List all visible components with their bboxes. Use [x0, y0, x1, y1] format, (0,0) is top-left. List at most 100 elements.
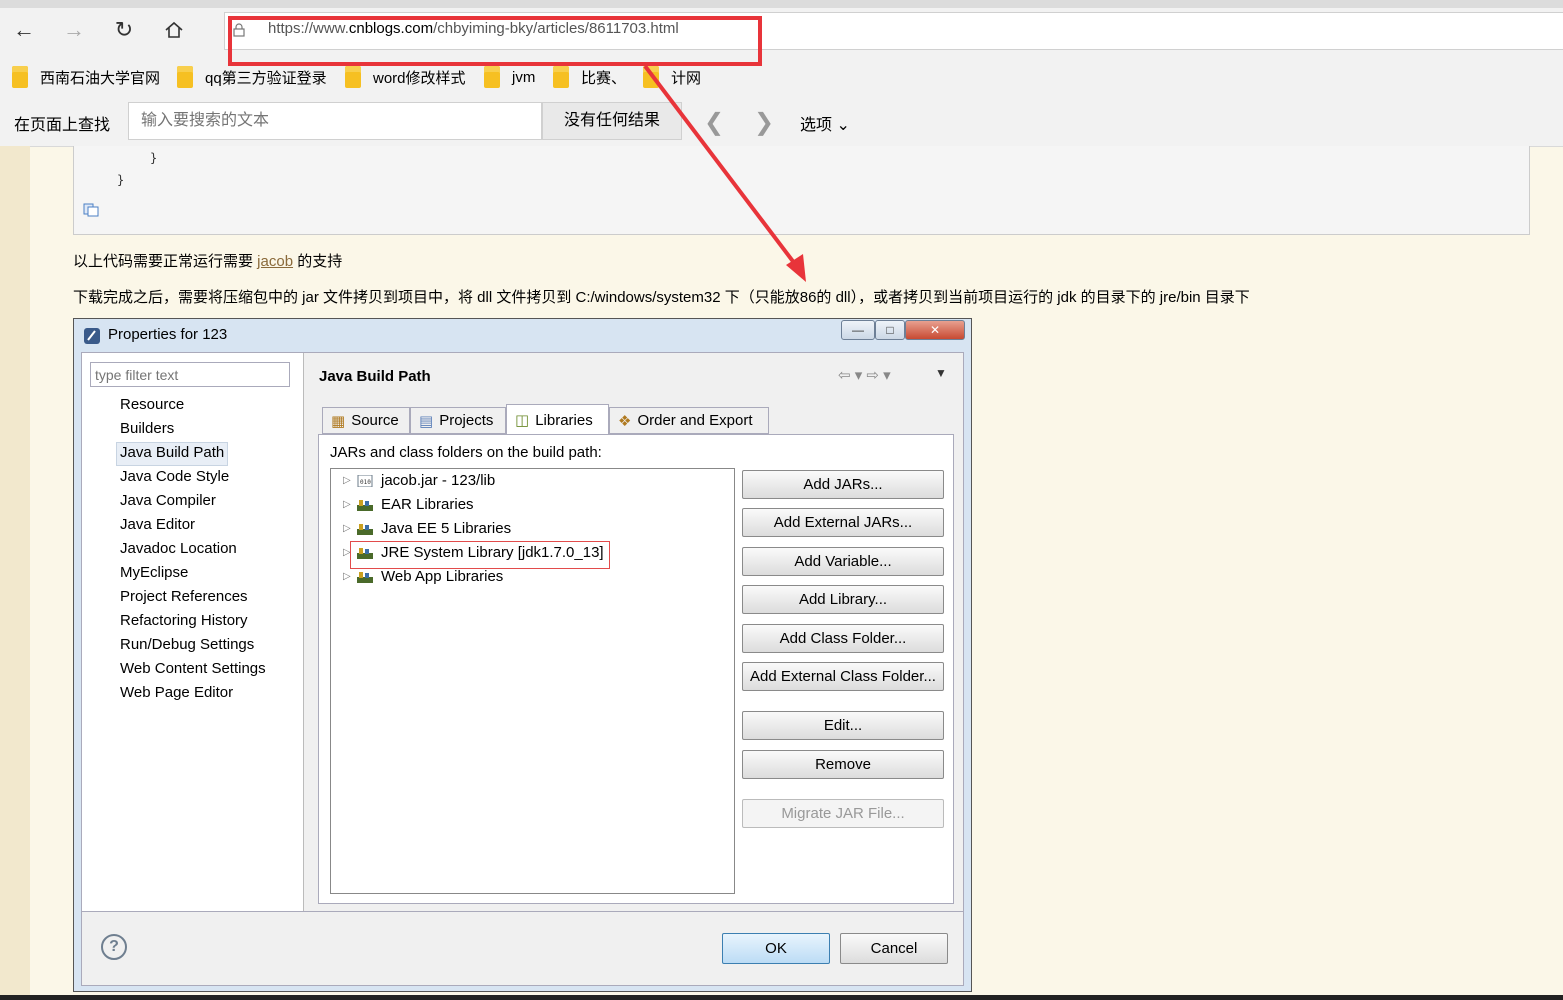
folder-icon: [643, 66, 659, 88]
preferences-nav-pane: [82, 353, 304, 911]
home-icon[interactable]: [156, 12, 192, 48]
expand-icon[interactable]: ▷: [343, 475, 357, 486]
add-jars-button[interactable]: Add JARs...: [742, 470, 944, 499]
tab-label: Source: [351, 412, 399, 429]
history-nav-icon[interactable]: ⇦ ▾ ⇨ ▾: [838, 366, 891, 384]
folder-icon: [553, 66, 569, 88]
expand-icon[interactable]: ▷: [343, 571, 357, 582]
favorite-item[interactable]: qq第三方验证登录: [177, 66, 327, 88]
back-icon[interactable]: ←: [6, 12, 42, 48]
nav-item-java-compiler[interactable]: Java Compiler: [120, 492, 216, 509]
nav-item-builders[interactable]: Builders: [120, 420, 174, 437]
expand-icon[interactable]: ▷: [343, 499, 357, 510]
projects-icon: ▤: [419, 412, 434, 430]
page-title: Java Build Path: [319, 368, 431, 385]
dialog-title: Properties for 123: [108, 326, 228, 343]
folder-icon: [484, 66, 500, 88]
order-export-icon: ❖: [618, 412, 632, 430]
nav-item-web-page-editor[interactable]: Web Page Editor: [120, 684, 233, 701]
favorite-label: qq第三方验证登录: [205, 69, 327, 87]
dialog-footer: [81, 912, 964, 986]
tree-label: jacob.jar - 123/lib: [381, 472, 496, 489]
tab-source[interactable]: ▦ Source: [322, 407, 410, 434]
library-icon: [357, 523, 373, 535]
taskbar-edge: [0, 995, 1563, 1000]
code-line: }: [150, 151, 158, 165]
close-icon[interactable]: ✕: [905, 320, 965, 340]
favorite-item[interactable]: jvm: [484, 66, 535, 88]
code-block: [73, 146, 1530, 235]
find-next-icon[interactable]: ❯: [754, 108, 774, 137]
tree-label: EAR Libraries: [381, 496, 474, 513]
nav-item-java-code-style[interactable]: Java Code Style: [120, 468, 229, 485]
article-paragraph: 下载完成之后，需要将压缩包中的 jar 文件拷贝到项目中，将 dll 文件拷贝到…: [73, 289, 1250, 306]
tab-projects[interactable]: ▤ Projects: [410, 407, 506, 434]
favorite-label: 计网: [671, 69, 702, 87]
jar-icon: 010: [357, 474, 373, 487]
minimize-icon[interactable]: —: [841, 320, 875, 340]
add-variable-button[interactable]: Add Variable...: [742, 547, 944, 576]
tree-item[interactable]: ▷ Java EE 5 Libraries: [343, 520, 511, 537]
tree-item[interactable]: ▷ 010 jacob.jar - 123/lib: [343, 472, 495, 489]
tab-libraries[interactable]: ◫ Libraries: [506, 404, 609, 435]
remove-button[interactable]: Remove: [742, 750, 944, 779]
nav-item-resource[interactable]: Resource: [120, 396, 184, 413]
favorite-item[interactable]: 计网: [643, 66, 701, 88]
migrate-jar-file-button[interactable]: Migrate JAR File...: [742, 799, 944, 828]
refresh-icon[interactable]: ↻: [106, 12, 142, 48]
filter-input[interactable]: [90, 362, 290, 387]
favorite-item[interactable]: word修改样式: [345, 66, 466, 88]
tree-label: Java EE 5 Libraries: [381, 520, 512, 537]
folder-icon: [345, 66, 361, 88]
nav-item-javadoc-location[interactable]: Javadoc Location: [120, 540, 237, 557]
add-external-class-folder-button[interactable]: Add External Class Folder...: [742, 662, 944, 691]
folder-icon: [177, 66, 193, 88]
nav-item-web-content-settings[interactable]: Web Content Settings: [120, 660, 266, 677]
help-icon[interactable]: ?: [101, 934, 127, 960]
chevron-down-icon: ⌄: [836, 117, 850, 134]
jacob-link[interactable]: jacob: [257, 253, 293, 270]
favorite-label: 比赛、: [581, 69, 627, 87]
url-highlight-box: [228, 16, 762, 66]
find-result: 没有任何结果: [542, 102, 682, 140]
maximize-icon[interactable]: □: [875, 320, 905, 340]
nav-item-run-debug-settings[interactable]: Run/Debug Settings: [120, 636, 254, 653]
paragraph-text: 的支持: [293, 253, 343, 270]
tab-order-and-export[interactable]: ❖ Order and Export: [609, 407, 769, 434]
jre-highlight-box: [350, 541, 610, 569]
tree-item[interactable]: ▷ Web App Libraries: [343, 568, 503, 585]
paragraph-text: 以上代码需要正常运行需要: [73, 253, 258, 270]
favorite-item[interactable]: 比赛、: [553, 66, 626, 88]
find-input[interactable]: [128, 102, 542, 140]
favorite-label: 西南石油大学官网: [40, 69, 161, 87]
nav-item-myeclipse[interactable]: MyEclipse: [120, 564, 188, 581]
view-menu-icon[interactable]: ▼: [935, 366, 947, 380]
eclipse-icon: [84, 328, 100, 344]
favorite-item[interactable]: 西南石油大学官网: [12, 66, 160, 88]
add-library-button[interactable]: Add Library...: [742, 585, 944, 614]
forward-icon[interactable]: →: [56, 12, 92, 48]
nav-item-refactoring-history[interactable]: Refactoring History: [120, 612, 248, 629]
article-paragraph: 以上代码需要正常运行需要 jacob 的支持: [73, 250, 342, 271]
cancel-button[interactable]: Cancel: [840, 933, 948, 964]
nav-item-java-build-path[interactable]: Java Build Path: [120, 444, 224, 461]
find-prev-icon[interactable]: ❮: [704, 108, 724, 137]
expand-icon[interactable]: ▷: [343, 523, 357, 534]
tab-label: Libraries: [535, 411, 593, 429]
ok-button[interactable]: OK: [722, 933, 830, 964]
tab-strip: [0, 0, 1563, 8]
nav-item-java-editor[interactable]: Java Editor: [120, 516, 195, 533]
find-options-button[interactable]: 选项 ⌄: [800, 111, 850, 135]
code-line: }: [117, 173, 125, 187]
nav-item-project-references[interactable]: Project References: [120, 588, 248, 605]
tab-label: Projects: [439, 412, 494, 429]
source-icon: ▦: [331, 412, 346, 430]
add-class-folder-button[interactable]: Add Class Folder...: [742, 624, 944, 653]
add-external-jars-button[interactable]: Add External JARs...: [742, 508, 944, 537]
copy-code-icon[interactable]: [83, 203, 99, 217]
tree-item[interactable]: ▷ EAR Libraries: [343, 496, 474, 513]
library-icon: [357, 571, 373, 583]
panel-label: JARs and class folders on the build path…: [330, 444, 602, 461]
edit-button[interactable]: Edit...: [742, 711, 944, 740]
favorite-label: word修改样式: [373, 69, 466, 87]
